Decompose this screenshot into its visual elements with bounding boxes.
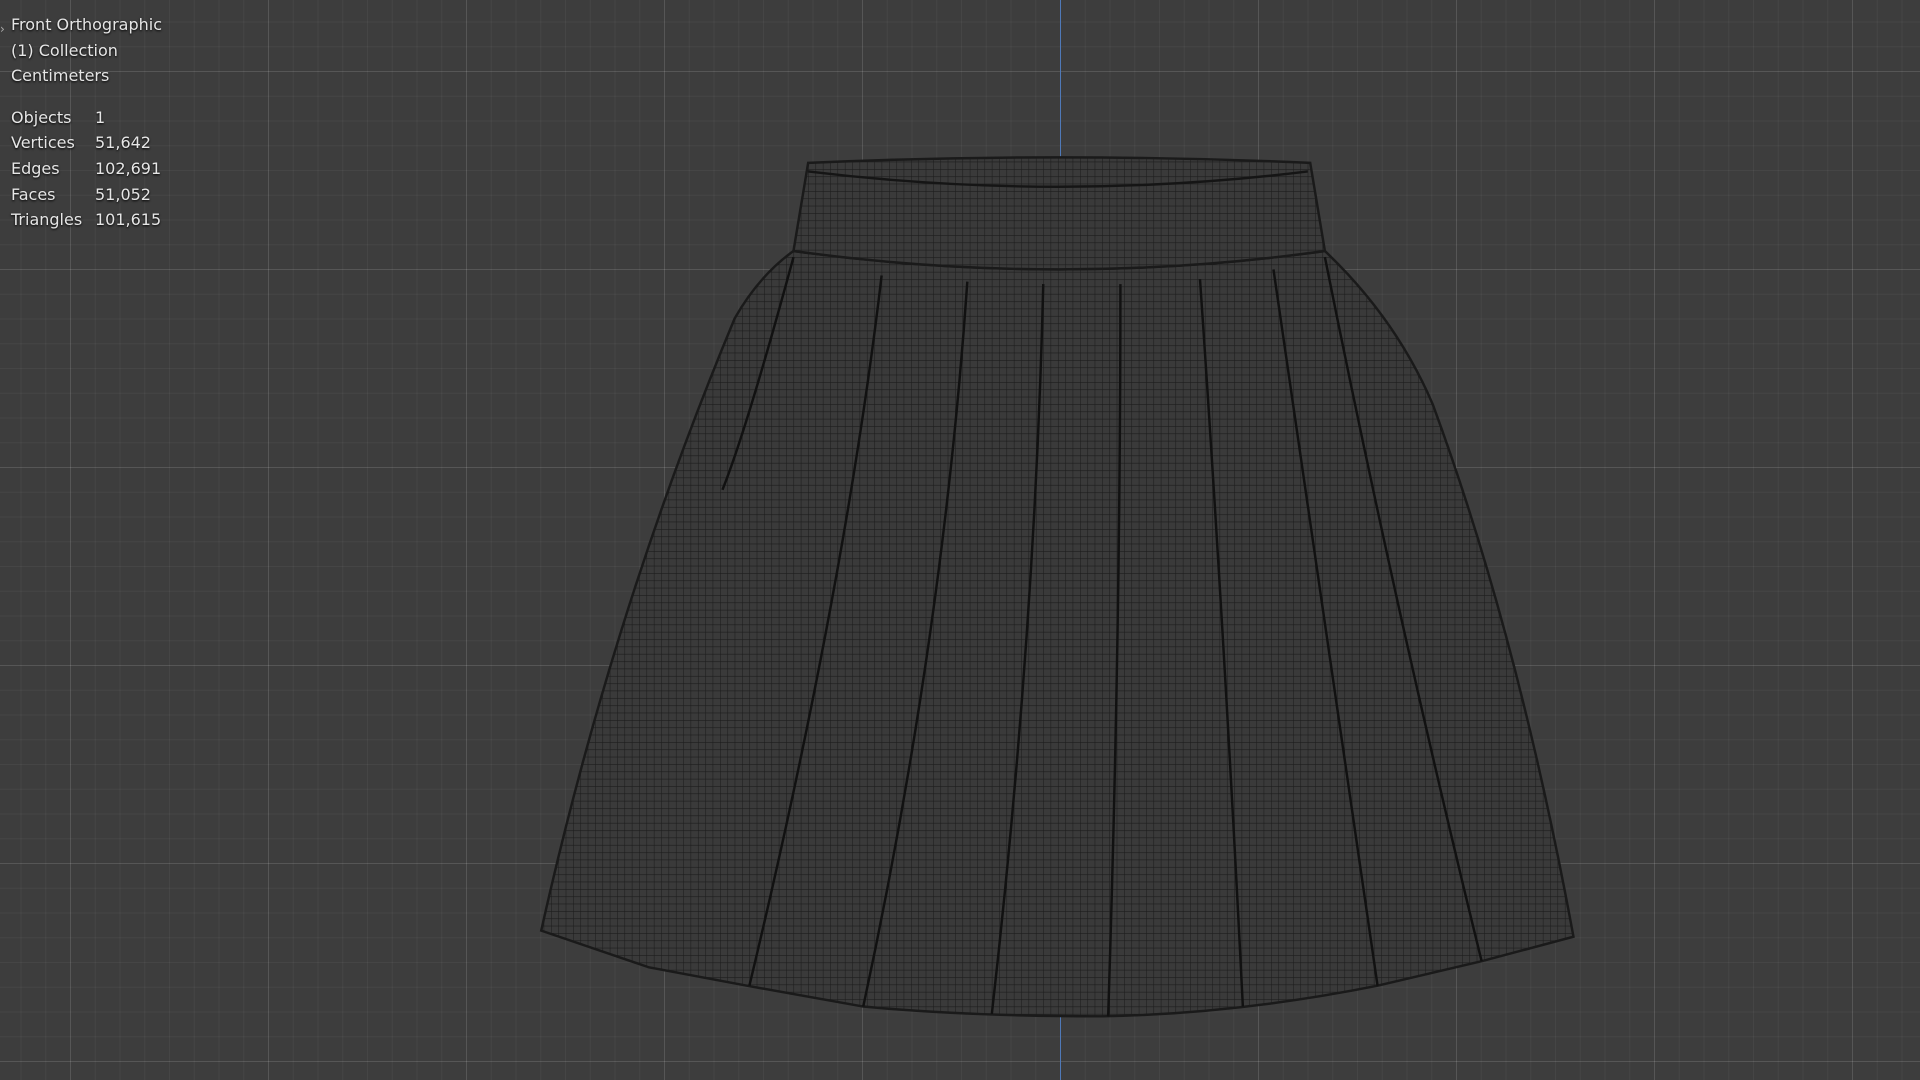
stat-faces: Faces 51,052 [11,184,151,204]
stat-triangles: Triangles 101,615 [11,210,162,230]
stat-objects: Objects 1 [11,107,106,127]
view-name: Front Orthographic [11,15,163,34]
stat-vertices: Vertices 51,642 [11,133,151,153]
stat-edges: Edges 102,691 [11,158,162,178]
skirt-body [539,249,1575,1018]
units-label: Centimeters [11,66,110,86]
3d-viewport[interactable] [0,0,1920,1080]
waistband [792,156,1327,271]
collection-name: (1) Collection [11,40,118,60]
expand-arrow-icon[interactable]: › [0,22,5,36]
viewport-info-overlay: Front Orthographic (1) Collection Centim… [11,12,162,233]
skirt-mesh[interactable] [0,0,1920,1080]
